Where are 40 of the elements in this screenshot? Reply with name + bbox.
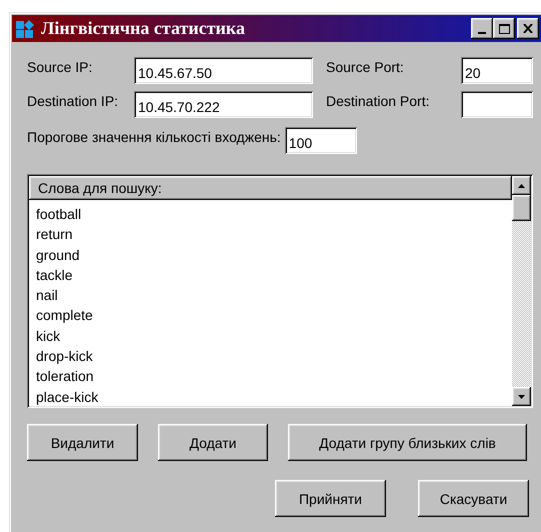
dialog-button[interactable]: Прийняти	[275, 480, 386, 517]
list-item[interactable]: kick	[36, 326, 512, 346]
list-item[interactable]: tackle	[36, 264, 512, 286]
list-item[interactable]: ground	[36, 244, 512, 265]
list-item[interactable]: place-kick	[36, 386, 512, 406]
app-icon	[15, 18, 37, 40]
list-item[interactable]: complete	[36, 305, 512, 326]
threshold-label: Порогове значення кількості входжень:	[27, 128, 281, 145]
down-arrow-icon	[518, 394, 525, 398]
field-label: Destination Port:	[325, 92, 430, 109]
scroll-thumb[interactable]	[512, 195, 531, 221]
port-field[interactable]	[461, 91, 533, 118]
minimize-button[interactable]	[471, 18, 493, 39]
scroll-up-button[interactable]	[512, 176, 531, 195]
list-item[interactable]: return	[36, 224, 512, 245]
port-field[interactable]: 20	[461, 57, 533, 84]
close-button[interactable]	[517, 18, 539, 39]
maximize-icon	[498, 24, 510, 34]
ip-field[interactable]: 10.45.67.50	[134, 57, 313, 84]
action-button[interactable]: Видалити	[27, 424, 138, 461]
scroll-down-button[interactable]	[512, 387, 531, 406]
maximize-button[interactable]	[493, 18, 515, 39]
field-label: Destination IP:	[27, 92, 120, 109]
up-arrow-icon	[518, 184, 525, 188]
window-title: Лінгвістична статистика	[41, 18, 246, 39]
list-header[interactable]: Слова для пошуку:	[29, 176, 512, 200]
close-icon	[523, 24, 533, 33]
field-label: Source IP:	[27, 58, 94, 75]
threshold-field[interactable]: 100	[284, 127, 357, 154]
scrollbar[interactable]	[512, 176, 531, 406]
list-item[interactable]: toleration	[36, 366, 512, 387]
dialog-button[interactable]: Скасувати	[418, 480, 529, 517]
list-item[interactable]: drop-kick	[36, 346, 512, 366]
ip-field[interactable]: 10.45.70.222	[134, 91, 313, 118]
action-button[interactable]: Додати	[158, 424, 268, 461]
field-label: Source Port:	[325, 58, 405, 75]
minimize-icon	[478, 32, 486, 34]
list-item[interactable]: football	[36, 204, 512, 224]
list-item[interactable]: nail	[36, 285, 512, 306]
action-button[interactable]: Додати групу близьких слів	[288, 424, 527, 461]
